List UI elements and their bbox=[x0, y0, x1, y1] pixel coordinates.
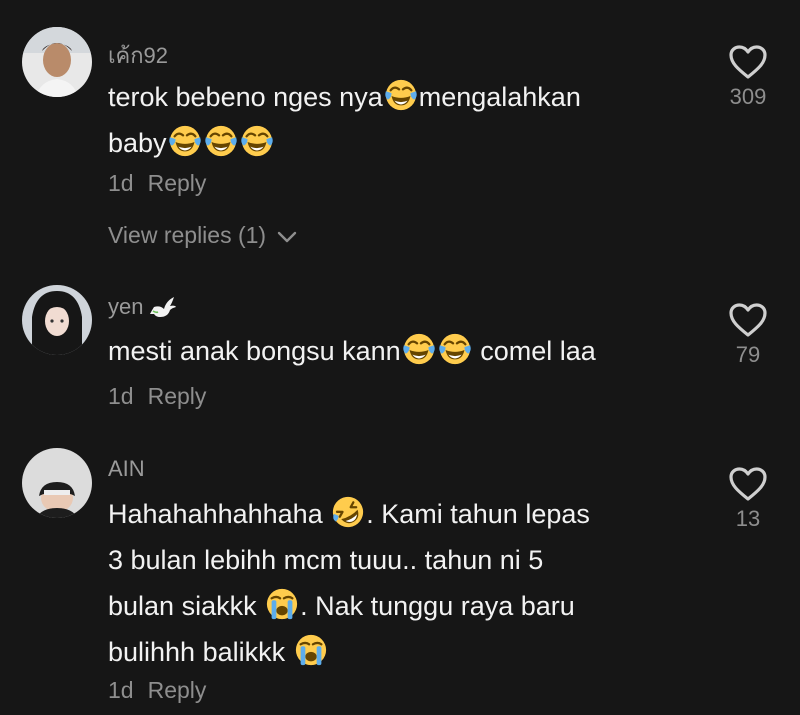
comment-text-part: 3 bulan lebihh mcm tuuu.. tahun ni 5 bbox=[108, 545, 544, 575]
comment-text-part: bulan siakkk bbox=[108, 591, 257, 621]
face-with-tears-of-joy-emoji-icon bbox=[240, 124, 274, 158]
username[interactable]: AIN bbox=[108, 456, 145, 482]
reply-button[interactable]: Reply bbox=[148, 170, 207, 196]
reply-button[interactable]: Reply bbox=[148, 677, 207, 703]
chevron-down-icon bbox=[278, 231, 297, 243]
avatar[interactable] bbox=[22, 448, 92, 518]
loudly-crying-face-emoji-icon bbox=[265, 587, 299, 621]
like-button[interactable]: 79 bbox=[708, 302, 788, 368]
heart-outline-icon bbox=[728, 44, 768, 80]
like-count: 309 bbox=[729, 84, 767, 109]
comment-meta: 1d Reply bbox=[108, 383, 206, 410]
comment-text-part: . Nak tunggu raya baru bbox=[300, 591, 575, 621]
reply-button[interactable]: Reply bbox=[148, 383, 207, 409]
avatar[interactable] bbox=[22, 285, 92, 355]
username[interactable]: yen bbox=[108, 293, 178, 320]
face-with-tears-of-joy-emoji-icon bbox=[204, 124, 238, 158]
username-text: yen bbox=[108, 294, 144, 319]
comment-time: 1d bbox=[108, 170, 134, 196]
like-count: 79 bbox=[735, 342, 761, 367]
comment-meta: 1d Reply bbox=[108, 170, 206, 197]
comment-text-part: terok bebeno nges nya bbox=[108, 82, 383, 112]
comment-text-part: mesti anak bongsu kann bbox=[108, 336, 401, 366]
comment-text: mesti anak bongsu kann comel laa bbox=[108, 328, 698, 374]
comment-text-part: bulihhh balikkk bbox=[108, 637, 286, 667]
face-with-tears-of-joy-emoji-icon bbox=[168, 124, 202, 158]
avatar[interactable] bbox=[22, 27, 92, 97]
like-button[interactable]: 13 bbox=[708, 466, 788, 532]
username[interactable]: เค้ก92 bbox=[108, 38, 168, 73]
comment-text-part: . Kami tahun lepas bbox=[366, 499, 590, 529]
heart-outline-icon bbox=[728, 466, 768, 502]
comment-time: 1d bbox=[108, 677, 134, 703]
like-button[interactable]: 309 bbox=[708, 44, 788, 110]
comment-text-part: baby bbox=[108, 128, 167, 158]
comment-text: terok bebeno nges nya mengalahkan baby bbox=[108, 74, 698, 166]
view-replies-button[interactable]: View replies (1) bbox=[108, 222, 298, 249]
comment-text: Hahahahhahhaha . Kami tahun lepas 3 bula… bbox=[108, 491, 698, 675]
face-with-tears-of-joy-emoji-icon bbox=[402, 332, 436, 366]
rolling-on-floor-laughing-emoji-icon bbox=[331, 495, 365, 529]
comment-meta: 1d Reply bbox=[108, 677, 206, 704]
heart-outline-icon bbox=[728, 302, 768, 338]
comment-text-part: comel laa bbox=[480, 336, 596, 366]
like-count: 13 bbox=[735, 506, 761, 531]
face-with-tears-of-joy-emoji-icon bbox=[438, 332, 472, 366]
comment-text-part: Hahahahhahhaha bbox=[108, 499, 323, 529]
dove-icon bbox=[149, 297, 176, 317]
face-with-tears-of-joy-emoji-icon bbox=[384, 78, 418, 112]
comment-text-part: mengalahkan bbox=[418, 82, 581, 112]
loudly-crying-face-emoji-icon bbox=[294, 633, 328, 667]
view-replies-label: View replies (1) bbox=[108, 222, 267, 248]
comment-time: 1d bbox=[108, 383, 134, 409]
